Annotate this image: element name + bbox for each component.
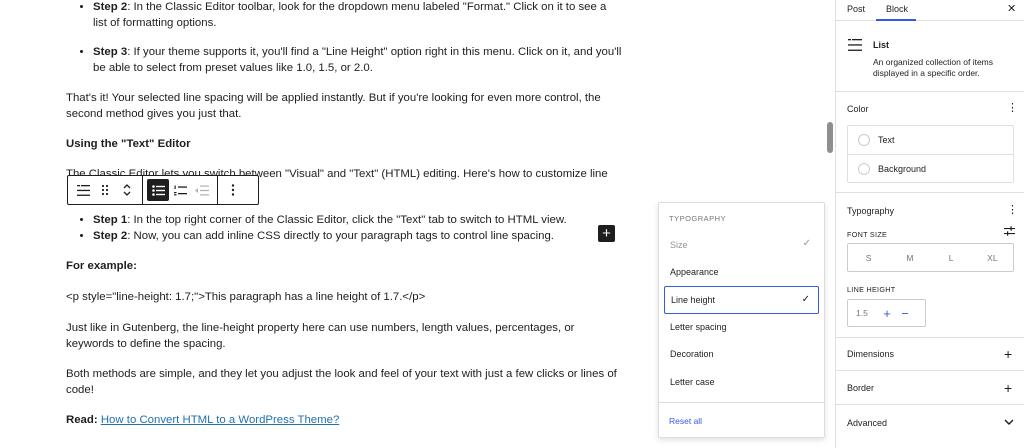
typography-panel-title: Typography	[847, 206, 895, 216]
list-item[interactable]: Step 3: If your theme supports it, you'l…	[93, 45, 622, 76]
menu-item-letter-spacing[interactable]: Letter spacing	[664, 314, 819, 340]
reset-all-button[interactable]: Reset all	[669, 416, 702, 426]
line-height-input[interactable]: 1.5	[848, 308, 878, 318]
read-label: Read:	[66, 414, 98, 426]
text-color-swatch-icon	[858, 134, 870, 146]
advanced-panel[interactable]: Advanced	[836, 405, 1024, 448]
font-size-picker: S M L XL	[847, 243, 1014, 272]
step-label: Step 2	[93, 229, 128, 242]
menu-divider	[659, 402, 824, 403]
step-text: : Now, you can add inline CSS directly t…	[127, 229, 554, 242]
color-item-label: Background	[878, 163, 927, 174]
scrollbar-thumb[interactable]	[827, 122, 833, 153]
step-text: : If your theme supports it, you'll find…	[93, 46, 622, 74]
menu-item-label: Letter spacing	[670, 322, 727, 332]
font-size-settings-icon[interactable]	[1004, 226, 1015, 236]
color-options-icon[interactable]: ⋮	[1007, 101, 1018, 114]
dimensions-panel-title: Dimensions	[847, 349, 895, 359]
list-line-height-step: Step 3: If your theme supports it, you'l…	[66, 45, 622, 76]
border-panel[interactable]: Border +	[836, 371, 1024, 405]
more-options-icon[interactable]	[222, 179, 244, 201]
paragraph-gutenberg[interactable]: Just like in Gutenberg, the line-height …	[66, 321, 622, 352]
step-label: Step 3	[93, 46, 128, 58]
check-icon: ✓	[802, 238, 811, 249]
list-block-icon[interactable]	[72, 179, 94, 201]
outdent-icon[interactable]	[191, 179, 213, 201]
list-item[interactable]: Step 2: In the Classic Editor toolbar, l…	[93, 0, 622, 31]
tab-post[interactable]: Post	[847, 4, 865, 14]
tab-block[interactable]: Block	[886, 4, 908, 14]
menu-item-label: Letter case	[670, 377, 715, 387]
menu-item-label: Size	[670, 240, 688, 250]
canvas-scrollbar[interactable]	[826, 0, 834, 448]
menu-item-appearance[interactable]: Appearance	[664, 259, 819, 285]
decrement-minus-icon[interactable]: −	[896, 306, 914, 321]
step-label: Step 1	[93, 214, 128, 226]
typography-options-icon[interactable]: ⋮	[1007, 203, 1018, 216]
paragraph-read[interactable]: Read: How to Convert HTML to a WordPress…	[66, 413, 622, 429]
menu-item-letter-case[interactable]: Letter case	[664, 369, 819, 395]
read-link[interactable]: How to Convert HTML to a WordPress Theme…	[101, 414, 339, 426]
check-icon: ✓	[801, 294, 810, 305]
sidebar-tabs: Post Block ✕	[836, 0, 1024, 21]
drag-handle-icon[interactable]	[94, 179, 116, 201]
block-toolbar-group-list	[143, 176, 218, 204]
menu-item-label: Decoration	[670, 349, 714, 359]
background-color-swatch-icon	[858, 162, 870, 175]
unordered-list-icon[interactable]	[147, 179, 169, 201]
font-size-option-l[interactable]: L	[931, 244, 972, 271]
color-item-background[interactable]: Background	[848, 154, 1013, 182]
list-item[interactable]: Step 2: Now, you can add inline CSS dire…	[93, 229, 622, 245]
paragraph-both-methods[interactable]: Both methods are simple, and they let yo…	[66, 367, 622, 398]
list-format-steps: Step 2: In the Classic Editor toolbar, l…	[66, 0, 622, 31]
list-item[interactable]: Step 1: In the top right corner of the C…	[93, 213, 622, 229]
list-text-editor-steps[interactable]: Step 1: In the top right corner of the C…	[66, 213, 622, 244]
typography-options-menu: TYPOGRAPHY Size ✓ Appearance Line height…	[658, 202, 825, 438]
block-toolbar-group-block	[68, 176, 143, 204]
font-size-option-m[interactable]: M	[889, 244, 930, 271]
dimensions-panel[interactable]: Dimensions +	[836, 338, 1024, 371]
add-border-plus-icon[interactable]: +	[1004, 381, 1012, 395]
menu-item-decoration[interactable]: Decoration	[664, 341, 819, 367]
step-label: Step 2	[93, 1, 128, 13]
add-dimensions-plus-icon[interactable]: +	[1004, 347, 1012, 361]
close-icon[interactable]: ✕	[1007, 2, 1016, 15]
chevron-down-icon[interactable]	[1004, 419, 1014, 426]
block-toolbar	[67, 175, 259, 205]
font-size-label: FONT SIZE	[847, 230, 888, 239]
font-size-option-s[interactable]: S	[848, 244, 889, 271]
block-description: An organized collection of items display…	[873, 57, 994, 78]
settings-sidebar: Post Block ✕ List An organized collectio…	[835, 0, 1024, 448]
block-inserter-plus-icon[interactable]: +	[598, 225, 615, 242]
paragraph-for-example[interactable]: For example:	[66, 259, 622, 275]
font-size-option-xl[interactable]: XL	[972, 244, 1013, 271]
ordered-list-icon[interactable]	[169, 179, 191, 201]
list-block-icon	[848, 39, 862, 51]
menu-item-line-height[interactable]: Line height ✓	[664, 286, 819, 314]
color-panel-title: Color	[847, 104, 869, 114]
block-card: List An organized collection of items di…	[836, 21, 1024, 92]
typography-menu-heading: TYPOGRAPHY	[669, 214, 727, 223]
block-toolbar-group-options	[218, 176, 248, 204]
menu-item-size[interactable]: Size ✓	[664, 232, 819, 258]
heading-text-editor[interactable]: Using the "Text" Editor	[66, 137, 622, 153]
menu-item-label: Line height	[671, 295, 716, 305]
paragraph-code-example[interactable]: <p style="line-height: 1.7;">This paragr…	[66, 290, 622, 306]
advanced-panel-title: Advanced	[847, 418, 888, 428]
increment-plus-icon[interactable]: +	[878, 306, 896, 321]
color-item-label: Text	[878, 135, 895, 145]
line-height-control: 1.5 + −	[847, 299, 926, 327]
color-item-text[interactable]: Text	[848, 126, 1013, 154]
color-items: Text Background	[847, 125, 1014, 183]
line-height-label: LINE HEIGHT	[847, 285, 896, 294]
paragraph-thats-it[interactable]: That's it! Your selected line spacing wi…	[66, 91, 622, 122]
step-text: : In the Classic Editor toolbar, look fo…	[93, 1, 607, 29]
border-panel-title: Border	[847, 383, 875, 393]
move-up-down-icon[interactable]	[116, 179, 138, 201]
step-text: : In the top right corner of the Classic…	[127, 214, 567, 226]
block-title: List	[873, 40, 890, 50]
menu-item-label: Appearance	[670, 267, 719, 277]
